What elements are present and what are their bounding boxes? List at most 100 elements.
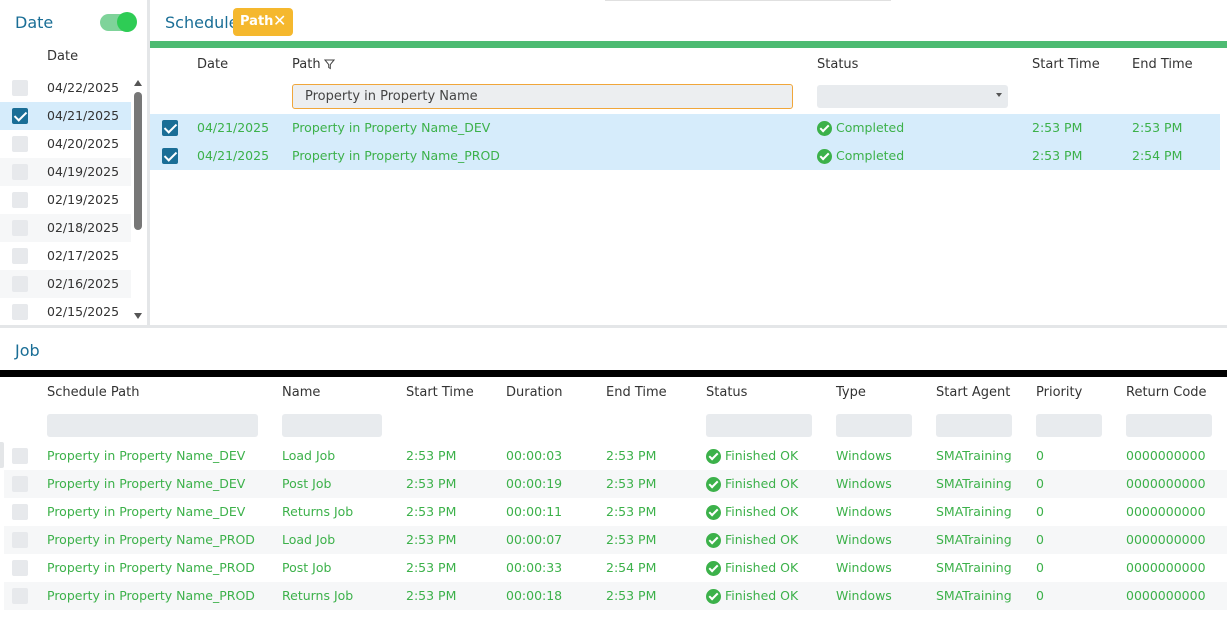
job-code-cell: 0000000000 [1126, 448, 1206, 463]
job-start-cell: 2:53 PM [406, 448, 457, 463]
date-label: 04/20/2025 [47, 136, 120, 151]
job-col-status[interactable]: Status [706, 385, 747, 400]
row-checkbox[interactable] [12, 504, 28, 520]
schedule-row[interactable]: 04/21/2025 Property in Property Name_PROD… [150, 142, 1220, 170]
priority-filter[interactable] [1036, 414, 1102, 437]
row-checkbox[interactable] [12, 476, 28, 492]
start-agent-filter[interactable] [936, 414, 1012, 437]
date-checkbox[interactable] [12, 136, 28, 152]
scrollbar-thumb[interactable] [134, 92, 142, 230]
job-row[interactable]: Property in Property Name_PROD Post Job 2:… [4, 554, 1227, 582]
path-filter-input[interactable]: Property in Property Name [292, 84, 793, 109]
job-col-name[interactable]: Name [282, 385, 320, 400]
path-filter-value: Property in Property Name [305, 89, 478, 104]
job-duration-cell: 00:00:03 [506, 448, 563, 463]
row-checkbox[interactable] [12, 448, 28, 464]
job-panel: Job Schedule Path Name Start Time Durati… [0, 328, 1227, 642]
date-checkbox[interactable] [12, 192, 28, 208]
schedule-path-cell: Property in Property Name_DEV [292, 120, 491, 135]
col-path[interactable]: Path [292, 57, 321, 72]
date-checkbox[interactable] [12, 164, 28, 180]
date-label: 04/22/2025 [47, 80, 120, 95]
schedule-path-filter[interactable] [47, 414, 258, 437]
date-checkbox[interactable] [12, 80, 28, 96]
row-checkbox[interactable] [162, 148, 178, 164]
type-filter[interactable] [836, 414, 912, 437]
job-row[interactable]: Property in Property Name_PROD Load Job 2:… [4, 526, 1227, 554]
date-list-item[interactable]: 02/16/2025 [0, 270, 131, 298]
job-col-duration[interactable]: Duration [506, 385, 562, 400]
row-checkbox[interactable] [12, 532, 28, 548]
date-checkbox[interactable] [12, 220, 28, 236]
job-col-start-agent[interactable]: Start Agent [936, 385, 1010, 400]
job-priority-cell: 0 [1036, 560, 1044, 575]
job-end-cell: 2:53 PM [606, 476, 657, 491]
job-col-start-time[interactable]: Start Time [406, 385, 474, 400]
remove-filter-icon[interactable]: ✕ [273, 11, 286, 30]
job-row[interactable]: Property in Property Name_DEV Returns Job… [4, 498, 1227, 526]
schedule-header-bar [150, 41, 1227, 48]
job-duration-cell: 00:00:19 [506, 476, 563, 491]
date-list-item[interactable]: 04/22/2025 [0, 74, 131, 102]
scroll-up-arrow[interactable] [134, 80, 142, 86]
job-path-cell: Property in Property Name_DEV [47, 448, 246, 463]
schedule-status-cell: Completed [836, 120, 905, 135]
status-filter-dropdown[interactable] [817, 85, 1008, 108]
job-row[interactable]: Property in Property Name_DEV Load Job 2:5… [4, 442, 1227, 470]
path-filter-chip[interactable]: Path ✕ [233, 8, 293, 36]
date-label: 04/19/2025 [47, 164, 120, 179]
date-column-header: Date [47, 49, 79, 64]
date-list-item[interactable]: 04/21/2025 [0, 102, 131, 130]
job-col-priority[interactable]: Priority [1036, 385, 1082, 400]
job-col-schedule-path[interactable]: Schedule Path [47, 385, 139, 400]
date-list-item[interactable]: 02/19/2025 [0, 186, 131, 214]
date-checkbox[interactable] [12, 276, 28, 292]
date-checkbox[interactable] [12, 108, 28, 124]
date-checkbox[interactable] [12, 248, 28, 264]
schedule-start-cell: 2:53 PM [1032, 148, 1083, 163]
date-list-item[interactable]: 02/15/2025 [0, 298, 131, 326]
row-checkbox[interactable] [162, 120, 178, 136]
scroll-down-arrow[interactable] [134, 313, 142, 319]
status-filter[interactable] [706, 414, 812, 437]
date-list-item[interactable]: 04/19/2025 [0, 158, 131, 186]
job-row[interactable]: Property in Property Name_PROD Returns Jo… [4, 582, 1227, 610]
col-date[interactable]: Date [197, 57, 228, 72]
filter-funnel-icon[interactable] [324, 59, 335, 70]
job-col-end-time[interactable]: End Time [606, 385, 667, 400]
job-path-cell: Property in Property Name_DEV [47, 476, 246, 491]
date-checkbox[interactable] [12, 304, 28, 320]
col-status[interactable]: Status [817, 57, 858, 72]
job-start-cell: 2:53 PM [406, 476, 457, 491]
job-title: Job [15, 341, 40, 360]
date-label: 02/17/2025 [47, 248, 120, 263]
schedule-title: Schedule [165, 13, 239, 32]
col-end-time[interactable]: End Time [1132, 57, 1193, 72]
date-filter-toggle[interactable] [100, 12, 137, 32]
date-list-item[interactable]: 04/20/2025 [0, 130, 131, 158]
date-label: 02/15/2025 [47, 304, 120, 319]
job-status-cell: Finished OK [725, 476, 799, 491]
row-checkbox[interactable] [12, 560, 28, 576]
job-path-cell: Property in Property Name_DEV [47, 504, 246, 519]
schedule-row[interactable]: 04/21/2025 Property in Property Name_DEV C… [150, 114, 1220, 142]
return-code-filter[interactable] [1126, 414, 1212, 437]
name-filter[interactable] [282, 414, 382, 437]
row-checkbox[interactable] [12, 588, 28, 604]
job-col-type[interactable]: Type [836, 385, 866, 400]
check-circle-icon [706, 533, 721, 548]
filter-chip-label: Path [240, 14, 274, 29]
job-name-cell: Returns Job [282, 504, 354, 519]
date-panel-title: Date [15, 13, 54, 32]
job-status-cell: Finished OK [725, 448, 799, 463]
schedule-date-cell: 04/21/2025 [197, 120, 270, 135]
job-agent-cell: SMATraining [936, 504, 1012, 519]
job-row[interactable]: Property in Property Name_DEV Post Job 2:5… [4, 470, 1227, 498]
date-list-item[interactable]: 02/18/2025 [0, 214, 131, 242]
job-priority-cell: 0 [1036, 504, 1044, 519]
job-header-bar [0, 370, 1227, 377]
job-col-return-code[interactable]: Return Code [1126, 385, 1207, 400]
date-list-item[interactable]: 02/17/2025 [0, 242, 131, 270]
job-end-cell: 2:54 PM [606, 560, 657, 575]
col-start-time[interactable]: Start Time [1032, 57, 1100, 72]
